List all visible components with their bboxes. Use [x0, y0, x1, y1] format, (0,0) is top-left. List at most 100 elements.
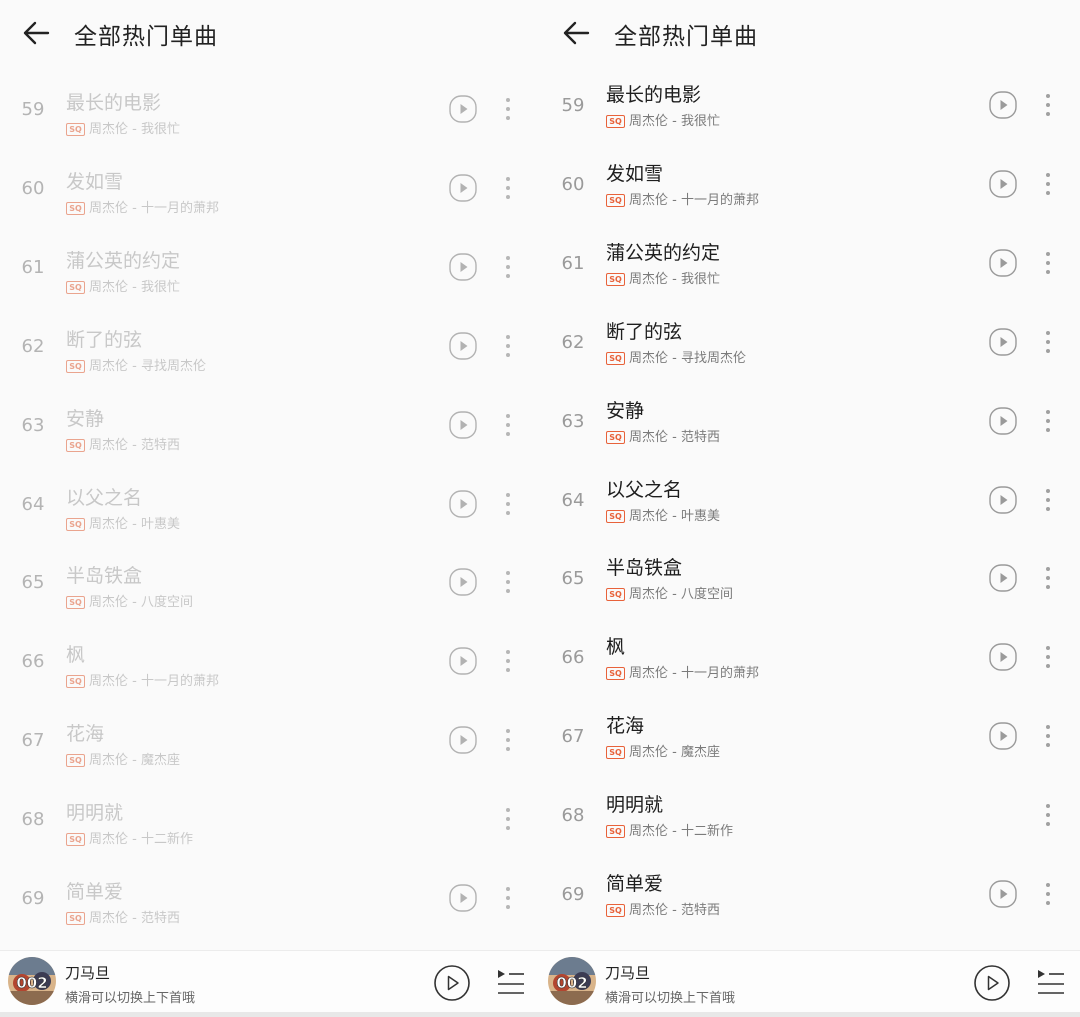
- play-circle-icon[interactable]: [989, 880, 1017, 908]
- more-vertical-icon[interactable]: [1037, 250, 1059, 276]
- more-vertical-icon[interactable]: [1037, 329, 1059, 355]
- play-circle-icon[interactable]: [989, 249, 1017, 277]
- play-circle-icon[interactable]: [433, 964, 471, 1002]
- more-vertical-icon[interactable]: [497, 569, 519, 595]
- song-row[interactable]: 60 发如雪 SQ 周杰伦 - 十一月的萧邦: [0, 149, 540, 228]
- song-meta: SQ 周杰伦 - 魔杰座: [66, 749, 180, 768]
- song-row[interactable]: 68 明明就 SQ 周杰伦 - 十二新作: [0, 780, 540, 859]
- more-vertical-icon[interactable]: [497, 806, 519, 832]
- more-vertical-icon[interactable]: [497, 648, 519, 674]
- play-circle-icon[interactable]: [989, 564, 1017, 593]
- more-vertical-icon[interactable]: [497, 412, 519, 438]
- more-vertical-icon[interactable]: [1037, 881, 1059, 907]
- song-row[interactable]: 62 断了的弦 SQ 周杰伦 - 寻找周杰伦: [540, 303, 1080, 382]
- play-circle-icon[interactable]: [989, 643, 1017, 671]
- artist-album: 周杰伦 - 寻找周杰伦: [629, 350, 746, 366]
- song-row[interactable]: 69 简单爱 SQ 周杰伦 - 范特西: [540, 855, 1080, 934]
- song-row[interactable]: 61 蒲公英的约定 SQ 周杰伦 - 我很忙: [540, 224, 1080, 303]
- song-row[interactable]: 60 发如雪 SQ 周杰伦 - 十一月的萧邦: [540, 145, 1080, 224]
- song-row[interactable]: 65 半岛铁盒 SQ 周杰伦 - 八度空间: [540, 539, 1080, 618]
- song-row[interactable]: 69 简单爱 SQ 周杰伦 - 范特西: [0, 859, 540, 938]
- sq-quality-badge: SQ: [606, 825, 625, 839]
- top-bar: 全部热门单曲: [540, 0, 1080, 66]
- song-row[interactable]: 65 半岛铁盒 SQ 周杰伦 - 八度空间: [0, 543, 540, 622]
- song-rank: 66: [561, 647, 585, 669]
- more-vertical-icon[interactable]: [497, 333, 519, 359]
- back-arrow-icon[interactable]: [560, 18, 592, 48]
- more-vertical-icon[interactable]: [497, 727, 519, 753]
- song-row[interactable]: 63 安静 SQ 周杰伦 - 范特西: [540, 382, 1080, 461]
- playlist-queue-icon[interactable]: [496, 967, 526, 997]
- sq-quality-badge: SQ: [606, 430, 625, 444]
- more-vertical-icon[interactable]: [497, 491, 519, 517]
- play-circle-icon[interactable]: [973, 964, 1011, 1002]
- sq-quality-badge: SQ: [606, 115, 625, 128]
- play-circle-icon[interactable]: [449, 647, 477, 675]
- play-circle-icon[interactable]: [989, 170, 1017, 198]
- play-circle-icon[interactable]: [989, 327, 1017, 356]
- play-circle-icon[interactable]: [449, 726, 477, 754]
- song-row[interactable]: 59 最长的电影 SQ 周杰伦 - 我很忙: [540, 66, 1080, 145]
- song-row[interactable]: 67 花海 SQ 周杰伦 - 魔杰座: [540, 697, 1080, 776]
- more-vertical-icon[interactable]: [1037, 802, 1059, 828]
- song-title: 以父之名: [66, 486, 143, 509]
- back-arrow-icon[interactable]: [20, 18, 52, 48]
- album-cover[interactable]: 002: [548, 957, 596, 1005]
- play-circle-icon[interactable]: [989, 406, 1017, 435]
- sq-quality-badge: SQ: [606, 272, 625, 286]
- song-row[interactable]: 68 明明就 SQ 周杰伦 - 十二新作: [540, 776, 1080, 855]
- sq-quality-badge: SQ: [606, 746, 625, 760]
- song-row[interactable]: 59 最长的电影 SQ 周杰伦 - 我很忙: [0, 70, 540, 149]
- artist-album: 周杰伦 - 魔杰座: [89, 753, 180, 769]
- song-row[interactable]: 61 蒲公英的约定 SQ 周杰伦 - 我很忙: [0, 228, 540, 307]
- song-meta: SQ 周杰伦 - 十二新作: [606, 820, 733, 839]
- play-circle-icon[interactable]: [449, 253, 477, 281]
- play-circle-icon[interactable]: [989, 485, 1017, 514]
- playlist-queue-icon[interactable]: [1036, 967, 1066, 997]
- song-rank: 62: [21, 335, 45, 357]
- more-vertical-icon[interactable]: [1037, 723, 1059, 749]
- more-vertical-icon[interactable]: [1037, 644, 1059, 670]
- song-row[interactable]: 64 以父之名 SQ 周杰伦 - 叶惠美: [540, 461, 1080, 540]
- more-vertical-icon[interactable]: [497, 175, 519, 201]
- mini-player[interactable]: 002 刀马旦 横滑可以切换上下首哦: [540, 950, 1080, 1013]
- song-row[interactable]: 63 安静 SQ 周杰伦 - 范特西: [0, 386, 540, 465]
- song-row[interactable]: 62 断了的弦 SQ 周杰伦 - 寻找周杰伦: [0, 307, 540, 386]
- more-vertical-icon[interactable]: [497, 885, 519, 911]
- song-row[interactable]: 67 花海 SQ 周杰伦 - 魔杰座: [0, 701, 540, 780]
- sq-quality-badge: SQ: [66, 123, 85, 136]
- more-vertical-icon[interactable]: [1037, 487, 1059, 513]
- play-circle-icon[interactable]: [449, 568, 477, 597]
- mini-player[interactable]: 002 刀马旦 横滑可以切换上下首哦: [0, 950, 540, 1013]
- song-meta: SQ 周杰伦 - 我很忙: [66, 118, 180, 137]
- more-vertical-icon[interactable]: [1037, 92, 1059, 118]
- song-title: 半岛铁盒: [606, 557, 683, 580]
- artist-album: 周杰伦 - 十一月的萧邦: [89, 674, 219, 690]
- now-playing-title: 刀马旦: [605, 964, 651, 982]
- play-circle-icon[interactable]: [449, 884, 477, 912]
- play-circle-icon[interactable]: [449, 95, 477, 123]
- song-rank: 59: [561, 95, 585, 116]
- more-vertical-icon[interactable]: [1037, 408, 1059, 434]
- song-title: 最长的电影: [66, 92, 162, 114]
- more-vertical-icon[interactable]: [1037, 171, 1059, 197]
- play-circle-icon[interactable]: [449, 489, 477, 518]
- song-row[interactable]: 66 枫 SQ 周杰伦 - 十一月的萧邦: [540, 618, 1080, 697]
- song-meta: SQ 周杰伦 - 寻找周杰伦: [606, 347, 746, 366]
- album-cover[interactable]: 002: [8, 957, 56, 1005]
- song-row[interactable]: 64 以父之名 SQ 周杰伦 - 叶惠美: [0, 465, 540, 544]
- song-title: 明明就: [66, 802, 124, 825]
- song-rank: 69: [561, 884, 585, 905]
- more-vertical-icon[interactable]: [497, 254, 519, 280]
- more-vertical-icon[interactable]: [497, 96, 519, 122]
- song-row[interactable]: 66 枫 SQ 周杰伦 - 十一月的萧邦: [0, 622, 540, 701]
- play-circle-icon[interactable]: [449, 410, 477, 439]
- song-rank: 64: [561, 489, 585, 511]
- play-circle-icon[interactable]: [449, 174, 477, 202]
- page-title: 全部热门单曲: [614, 24, 758, 50]
- sq-quality-badge: SQ: [66, 280, 85, 294]
- play-circle-icon[interactable]: [989, 722, 1017, 750]
- play-circle-icon[interactable]: [989, 91, 1017, 119]
- more-vertical-icon[interactable]: [1037, 565, 1059, 591]
- play-circle-icon[interactable]: [449, 331, 477, 360]
